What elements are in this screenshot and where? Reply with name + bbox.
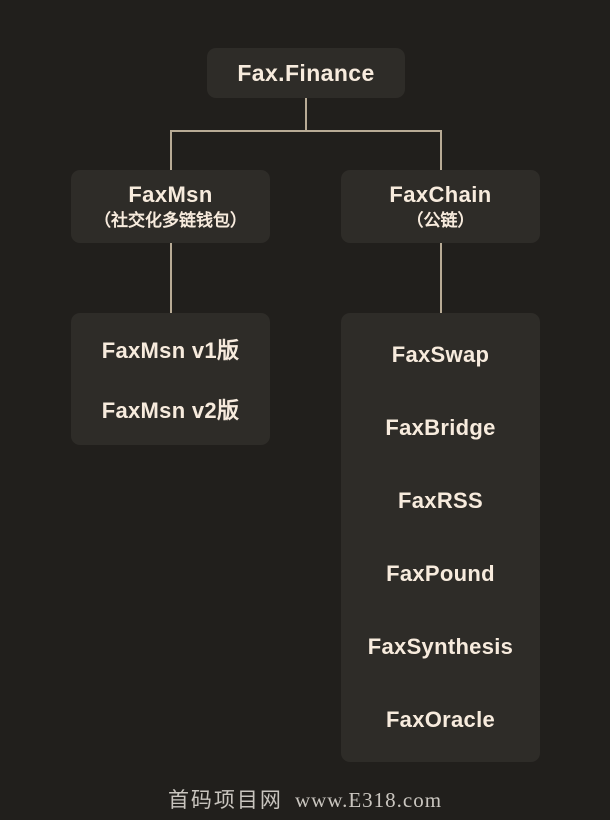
list-item[interactable]: FaxOracle [386,707,495,733]
node-faxmsn[interactable]: FaxMsn （社交化多链钱包） [71,170,270,243]
node-faxchain-title: FaxChain [389,181,492,207]
node-group-faxmsn-versions: FaxMsn v1版 FaxMsn v2版 [71,313,270,445]
org-chart-diagram: Fax.Finance FaxMsn （社交化多链钱包） FaxChain （公… [0,0,610,820]
node-group-faxchain-products: FaxSwap FaxBridge FaxRSS FaxPound FaxSyn… [341,313,540,762]
list-item[interactable]: FaxMsn v2版 [102,393,240,425]
watermark-url: www.E318.com [294,788,443,812]
watermark-site-name: 首码项目网 [167,788,283,812]
node-faxchain-subtitle: （公链） [406,210,475,230]
connector-root-down [305,97,307,131]
connector-to-faxchain [440,130,442,171]
connector-faxchain-to-products [440,243,442,314]
list-item[interactable]: FaxPound [386,561,495,587]
node-faxmsn-subtitle: （社交化多链钱包） [94,210,247,230]
node-fax-finance-title: Fax.Finance [237,59,375,86]
node-faxchain[interactable]: FaxChain （公链） [341,170,540,243]
node-faxmsn-title: FaxMsn [128,181,213,207]
connector-level2-bar [170,130,442,132]
list-item[interactable]: FaxSynthesis [368,634,513,660]
node-fax-finance[interactable]: Fax.Finance [207,48,405,98]
connector-faxmsn-to-versions [170,243,172,314]
watermark: 首码项目网 www.E318.com [0,784,610,814]
connector-to-faxmsn [170,130,172,171]
list-item[interactable]: FaxMsn v1版 [102,333,240,365]
list-item[interactable]: FaxRSS [398,488,483,514]
list-item[interactable]: FaxSwap [392,342,489,368]
list-item[interactable]: FaxBridge [385,415,495,441]
